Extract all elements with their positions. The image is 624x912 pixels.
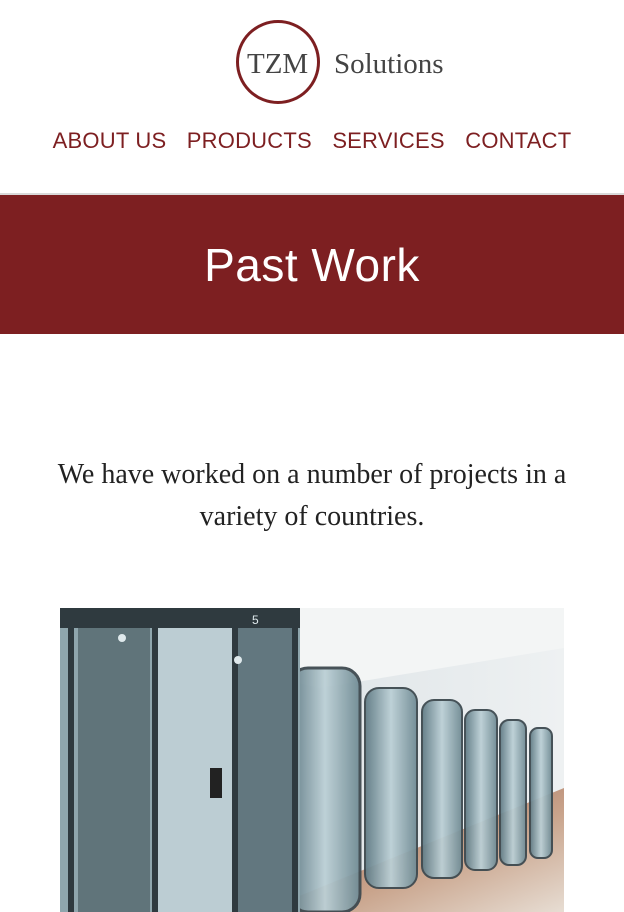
intro-text: We have worked on a number of projects i… — [57, 459, 567, 532]
logo-mark-text: TZM — [247, 48, 309, 80]
nav-contact[interactable]: CONTACT — [465, 128, 571, 154]
project-photo-illustration: 5 — [60, 608, 564, 912]
booth-number: 5 — [252, 613, 259, 627]
site-header: TZM Solutions ABOUT US PRODUCTS SERVICES… — [0, 0, 624, 195]
page-banner: Past Work — [0, 195, 624, 334]
nav-products[interactable]: PRODUCTS — [187, 128, 312, 154]
page-title: Past Work — [204, 238, 420, 291]
logo-wordmark-text: Solutions — [334, 48, 444, 80]
logo[interactable]: TZM Solutions — [236, 20, 472, 110]
nav-about-us[interactable]: ABOUT US — [53, 128, 167, 154]
project-photo: 5 — [60, 608, 564, 912]
main-nav: ABOUT US PRODUCTS SERVICES CONTACT — [0, 128, 624, 154]
nav-services[interactable]: SERVICES — [332, 128, 444, 154]
